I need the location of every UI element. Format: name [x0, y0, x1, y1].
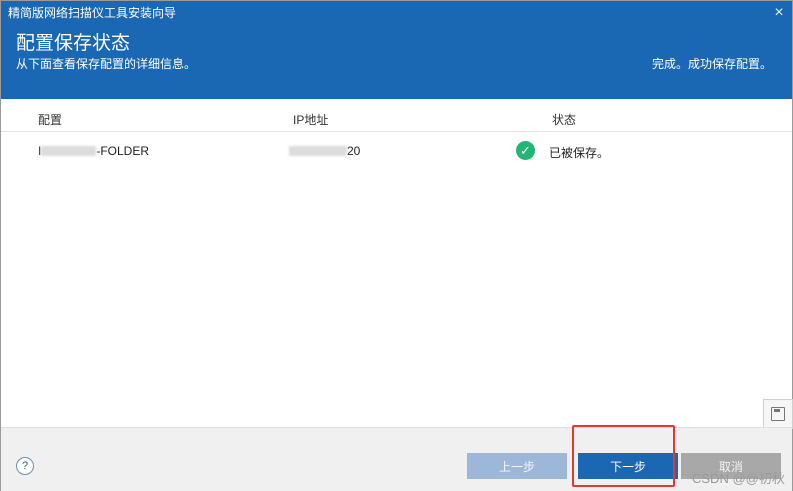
row-status: 已被保存。 [549, 146, 610, 160]
wizard-header: 精简版网络扫描仪工具安装向导 × 配置保存状态 从下面查看保存配置的详细信息。 … [1, 1, 792, 99]
table-row[interactable]: I -FOLDER 20 ✓ 已被保存。 [1, 137, 792, 163]
column-header-config: 配置 [38, 113, 63, 127]
completion-status: 完成。成功保存配置。 [651, 57, 772, 71]
close-icon[interactable]: × [771, 5, 787, 21]
page-title: 配置保存状态 [16, 33, 131, 54]
column-header-ip: IP地址 [293, 113, 329, 127]
back-button[interactable]: 上一步 [467, 453, 567, 479]
column-header-status: 状态 [552, 113, 577, 127]
config-name-suffix: -FOLDER [96, 144, 150, 158]
help-icon[interactable]: ? [16, 457, 34, 475]
highlight-box [572, 425, 675, 487]
redacted-text [289, 146, 347, 156]
ip-address-suffix: 20 [347, 144, 361, 158]
redacted-text [41, 146, 97, 156]
ip-address: 20 [289, 144, 360, 158]
page-subtitle: 从下面查看保存配置的详细信息。 [16, 57, 197, 71]
watermark: CSDN @@初秋 [692, 471, 785, 486]
table-header: 配置 IP地址 状态 [1, 105, 792, 132]
save-icon[interactable] [763, 399, 793, 429]
floppy-disk-icon [771, 407, 785, 421]
config-name: I -FOLDER [38, 144, 149, 158]
installer-window: 精简版网络扫描仪工具安装向导 × 配置保存状态 从下面查看保存配置的详细信息。 … [0, 0, 793, 491]
checkmark-icon: ✓ [516, 141, 535, 160]
window-title: 精简版网络扫描仪工具安装向导 [8, 6, 177, 20]
